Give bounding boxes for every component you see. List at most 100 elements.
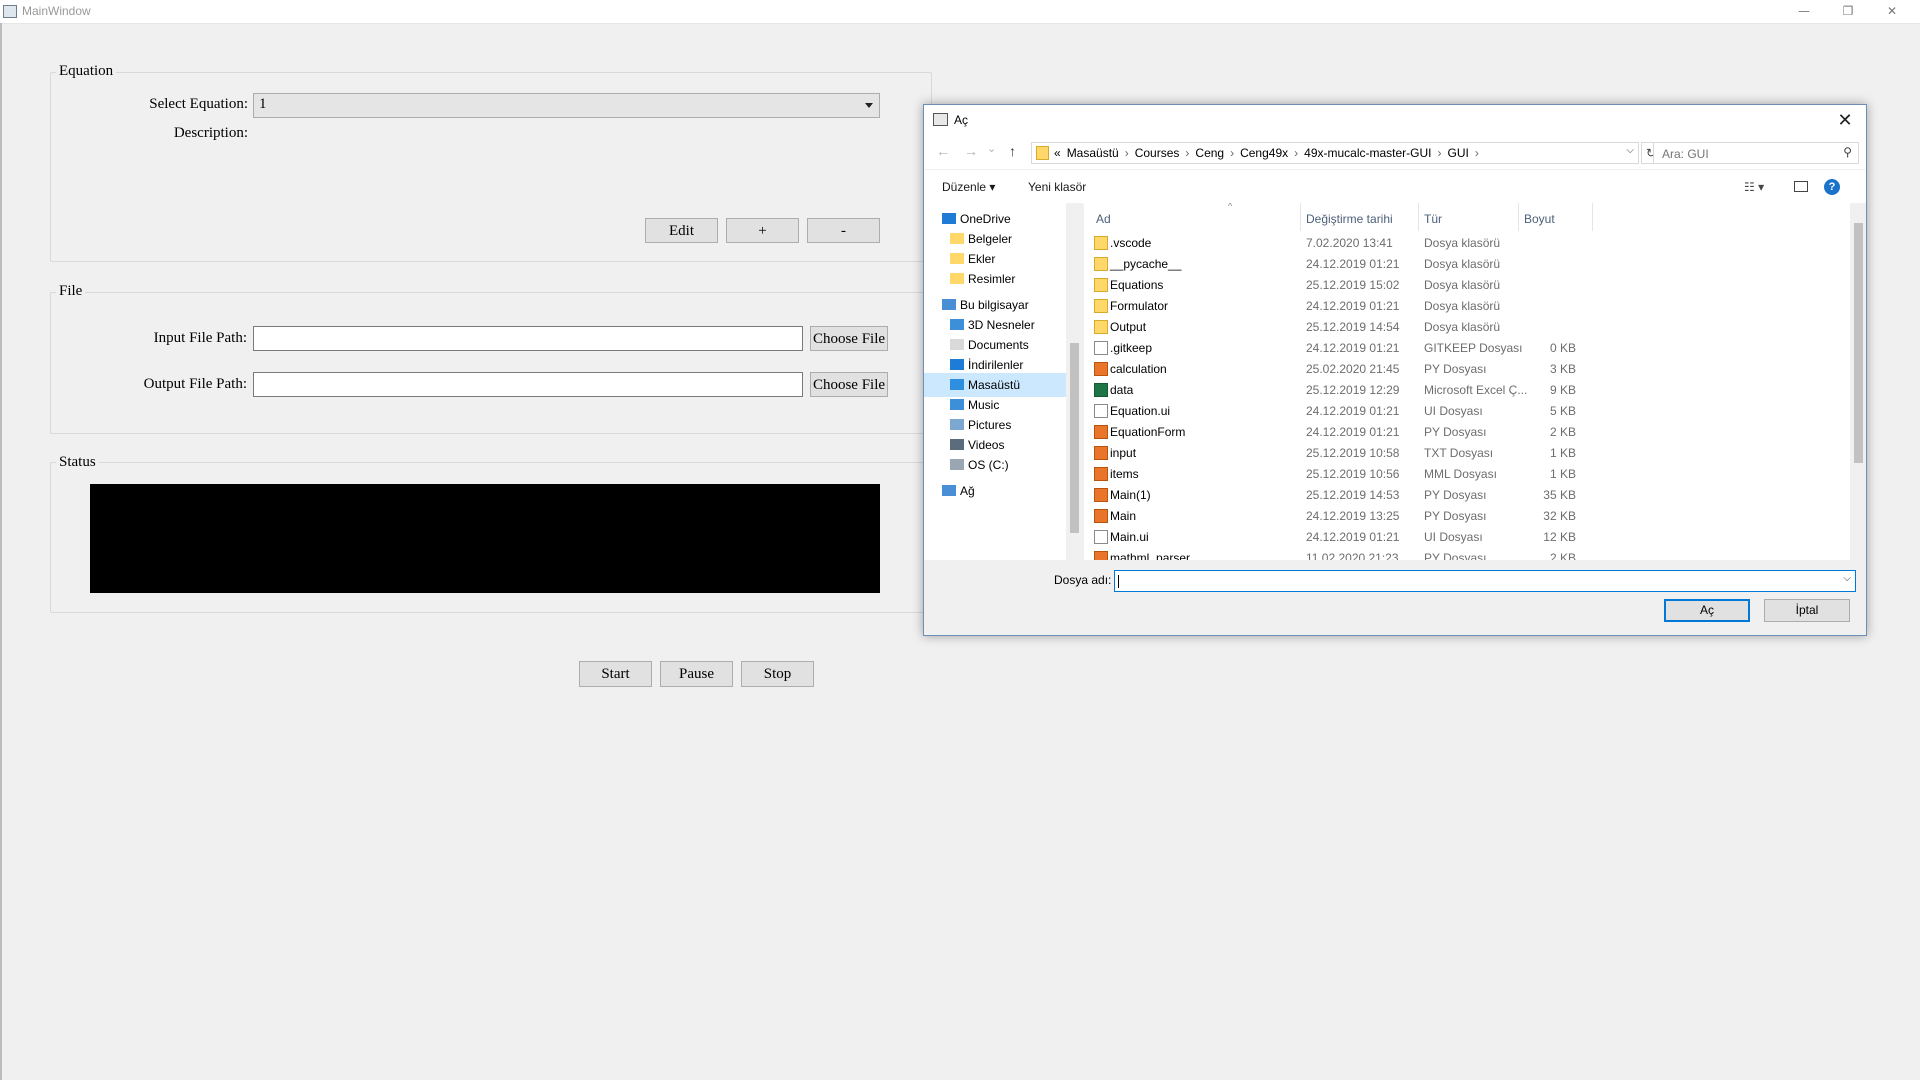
- file-row[interactable]: calculation 25.02.2020 21:45 PY Dosyası 3 K…: [1084, 359, 1850, 380]
- file-size: 2 KB: [1549, 425, 1576, 439]
- help-icon[interactable]: ?: [1824, 179, 1840, 195]
- file-row[interactable]: Formulator 24.12.2019 01:21 Dosya klasörü: [1084, 296, 1850, 317]
- file-size: 0 KB: [1549, 341, 1576, 355]
- file-size: 2 KB: [1549, 551, 1576, 560]
- file-row[interactable]: Main.ui 24.12.2019 01:21 UI Dosyası 12 KB: [1084, 527, 1850, 548]
- file-row[interactable]: Main(1) 25.12.2019 14:53 PY Dosyası 35 KB: [1084, 485, 1850, 506]
- new-folder-button[interactable]: Yeni klasör: [1028, 180, 1086, 194]
- equation-group-title: Equation: [56, 63, 117, 80]
- file-row[interactable]: input 25.12.2019 10:58 TXT Dosyası 1 KB: [1084, 443, 1850, 464]
- back-icon[interactable]: ←: [936, 143, 950, 159]
- breadcrumb-item[interactable]: 49x-mucalc-master-GUI: [1304, 146, 1431, 160]
- up-folder-icon[interactable]: ↑: [1009, 143, 1016, 159]
- breadcrumb-item[interactable]: Masaüstü: [1067, 146, 1119, 160]
- file-list: Ad ^ Değiştirme tarihi Tür Boyut .vscode…: [1084, 203, 1850, 560]
- file-row[interactable]: .vscode 7.02.2020 13:41 Dosya klasörü: [1084, 233, 1850, 254]
- file-row[interactable]: __pycache__ 24.12.2019 01:21 Dosya klasörü: [1084, 254, 1850, 275]
- cube-icon: [950, 319, 964, 330]
- file-list-scrollbar[interactable]: [1850, 203, 1866, 560]
- nav-item[interactable]: Ağ: [924, 479, 1066, 503]
- breadcrumb-chevron-icon[interactable]: ›: [1475, 146, 1479, 160]
- file-name: EquationForm: [1110, 425, 1186, 439]
- breadcrumb-chevron-icon[interactable]: ›: [1125, 146, 1129, 160]
- equation-select-value: 1: [259, 96, 267, 112]
- file-row[interactable]: .gitkeep 24.12.2019 01:21 GITKEEP Dosyası 0…: [1084, 338, 1850, 359]
- chevron-down-icon[interactable]: ⌵: [1843, 573, 1851, 584]
- breadcrumb-item[interactable]: Ceng49x: [1240, 146, 1288, 160]
- breadcrumb-item[interactable]: Ceng: [1195, 146, 1224, 160]
- address-bar[interactable]: « Masaüstü › Courses › Ceng › Ceng49x › 49x-mucal…: [1031, 142, 1639, 164]
- window-titlebar: MainWindow — ❐ ✕: [0, 0, 1920, 24]
- breadcrumb-item[interactable]: Courses: [1135, 146, 1180, 160]
- file-row[interactable]: items 25.12.2019 10:56 MML Dosyası 1 KB: [1084, 464, 1850, 485]
- cancel-button[interactable]: İptal: [1764, 599, 1850, 622]
- choose-output-file-button[interactable]: Choose File: [810, 372, 888, 397]
- file-name: .gitkeep: [1110, 341, 1153, 355]
- file-row[interactable]: Equations 25.12.2019 15:02 Dosya klasörü: [1084, 275, 1850, 296]
- music-icon: [950, 399, 964, 410]
- input-file-path-field[interactable]: [253, 326, 803, 351]
- column-header-name[interactable]: Ad: [1096, 207, 1111, 231]
- scrollbar-thumb[interactable]: [1854, 223, 1863, 463]
- organize-menu[interactable]: Düzenle ▾: [942, 180, 995, 194]
- nav-item[interactable]: Resimler: [924, 267, 1066, 291]
- chevron-down-icon[interactable]: ⌵: [1626, 145, 1634, 156]
- nav-item-label: Resimler: [968, 272, 1016, 286]
- folder-icon: [950, 233, 964, 244]
- breadcrumb-item[interactable]: GUI: [1448, 146, 1469, 160]
- minimize-button[interactable]: —: [1782, 0, 1826, 23]
- file-row[interactable]: mathml_parser 11.02.2020 21:23 PY Dosyası 2…: [1084, 548, 1850, 560]
- breadcrumb-chevron-icon[interactable]: ›: [1294, 146, 1298, 160]
- equation-select[interactable]: 1: [253, 93, 880, 118]
- breadcrumb-chevron-icon[interactable]: ›: [1185, 146, 1189, 160]
- forward-icon[interactable]: →: [964, 143, 978, 159]
- column-header-size[interactable]: Boyut: [1524, 207, 1555, 231]
- column-separator: [1300, 203, 1301, 231]
- breadcrumb-item[interactable]: «: [1054, 146, 1061, 160]
- edit-button[interactable]: Edit: [645, 218, 718, 243]
- file-date: 24.12.2019 01:21: [1306, 425, 1400, 439]
- folder-icon: [1094, 299, 1108, 313]
- navigation-scrollbar[interactable]: [1066, 203, 1083, 560]
- remove-equation-button[interactable]: -: [807, 218, 880, 243]
- column-header-type[interactable]: Tür: [1424, 207, 1442, 231]
- search-box[interactable]: ⚲: [1653, 142, 1859, 164]
- recent-chevron-icon[interactable]: ⌄: [987, 142, 996, 155]
- start-button[interactable]: Start: [579, 661, 652, 687]
- choose-input-file-button[interactable]: Choose File: [810, 326, 888, 351]
- filename-input[interactable]: ⌵: [1114, 570, 1856, 592]
- file-icon: [1094, 404, 1108, 418]
- file-name: Equations: [1110, 278, 1164, 292]
- file-date: 24.12.2019 01:21: [1306, 299, 1400, 313]
- file-row[interactable]: Main 24.12.2019 13:25 PY Dosyası 32 KB: [1084, 506, 1850, 527]
- dialog-icon: [933, 113, 948, 126]
- select-equation-label: Select Equation:: [149, 96, 248, 112]
- text-caret: [1118, 575, 1119, 588]
- open-button[interactable]: Aç: [1664, 599, 1750, 622]
- close-button[interactable]: ✕: [1870, 0, 1914, 23]
- column-header-date[interactable]: Değiştirme tarihi: [1306, 207, 1393, 231]
- breadcrumb-chevron-icon[interactable]: ›: [1230, 146, 1234, 160]
- file-group-title: File: [56, 283, 86, 300]
- python-file-icon: [1094, 509, 1108, 523]
- stop-button[interactable]: Stop: [741, 661, 814, 687]
- file-row[interactable]: data 25.12.2019 12:29 Microsoft Excel Ç...…: [1084, 380, 1850, 401]
- search-input[interactable]: [1660, 146, 1824, 162]
- file-row[interactable]: Output 25.12.2019 14:54 Dosya klasörü: [1084, 317, 1850, 338]
- output-file-path-field[interactable]: [253, 372, 803, 397]
- file-name: Output: [1110, 320, 1147, 334]
- file-row[interactable]: Equation.ui 24.12.2019 01:21 UI Dosyası 5 K…: [1084, 401, 1850, 422]
- file-date: 24.12.2019 01:21: [1306, 404, 1400, 418]
- nav-item[interactable]: OS (C:): [924, 453, 1066, 477]
- add-equation-button[interactable]: +: [726, 218, 799, 243]
- file-date: 25.12.2019 14:54: [1306, 320, 1400, 334]
- scrollbar-thumb[interactable]: [1070, 343, 1079, 533]
- status-output: [90, 484, 880, 593]
- breadcrumb-chevron-icon[interactable]: ›: [1438, 146, 1442, 160]
- file-row[interactable]: EquationForm 24.12.2019 01:21 PY Dosyası 2 …: [1084, 422, 1850, 443]
- restore-button[interactable]: ❐: [1826, 0, 1870, 23]
- view-options-icon[interactable]: ☷ ▾: [1744, 180, 1764, 194]
- pause-button[interactable]: Pause: [660, 661, 733, 687]
- dialog-close-button[interactable]: ✕: [1830, 106, 1860, 134]
- preview-pane-icon[interactable]: [1794, 181, 1808, 192]
